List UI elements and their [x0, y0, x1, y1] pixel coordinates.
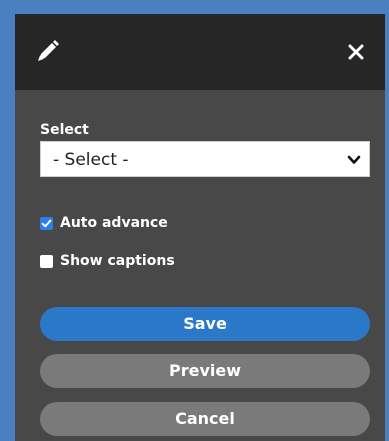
save-button[interactable]: Save: [40, 307, 370, 341]
checkmark-icon: [41, 219, 52, 227]
dialog-header: [15, 14, 385, 90]
auto-advance-checkbox[interactable]: [40, 216, 53, 230]
page-background: Select - Select - Auto advance Show capt…: [0, 0, 389, 441]
auto-advance-option[interactable]: Auto advance: [40, 213, 168, 233]
select-label: Select: [40, 122, 89, 138]
preview-button[interactable]: Preview: [40, 354, 370, 388]
chevron-down-icon: [347, 155, 361, 164]
dialog-body: Select - Select - Auto advance Show capt…: [15, 90, 385, 441]
pencil-icon: [38, 40, 59, 61]
select-dropdown[interactable]: - Select -: [40, 141, 370, 177]
show-captions-label: Show captions: [60, 253, 175, 269]
auto-advance-label: Auto advance: [60, 215, 168, 231]
cancel-button[interactable]: Cancel: [40, 402, 370, 436]
select-value: - Select -: [53, 150, 129, 170]
close-icon[interactable]: [345, 41, 367, 63]
edit-dialog: Select - Select - Auto advance Show capt…: [15, 14, 385, 441]
show-captions-checkbox[interactable]: [40, 254, 53, 268]
show-captions-option[interactable]: Show captions: [40, 251, 175, 271]
